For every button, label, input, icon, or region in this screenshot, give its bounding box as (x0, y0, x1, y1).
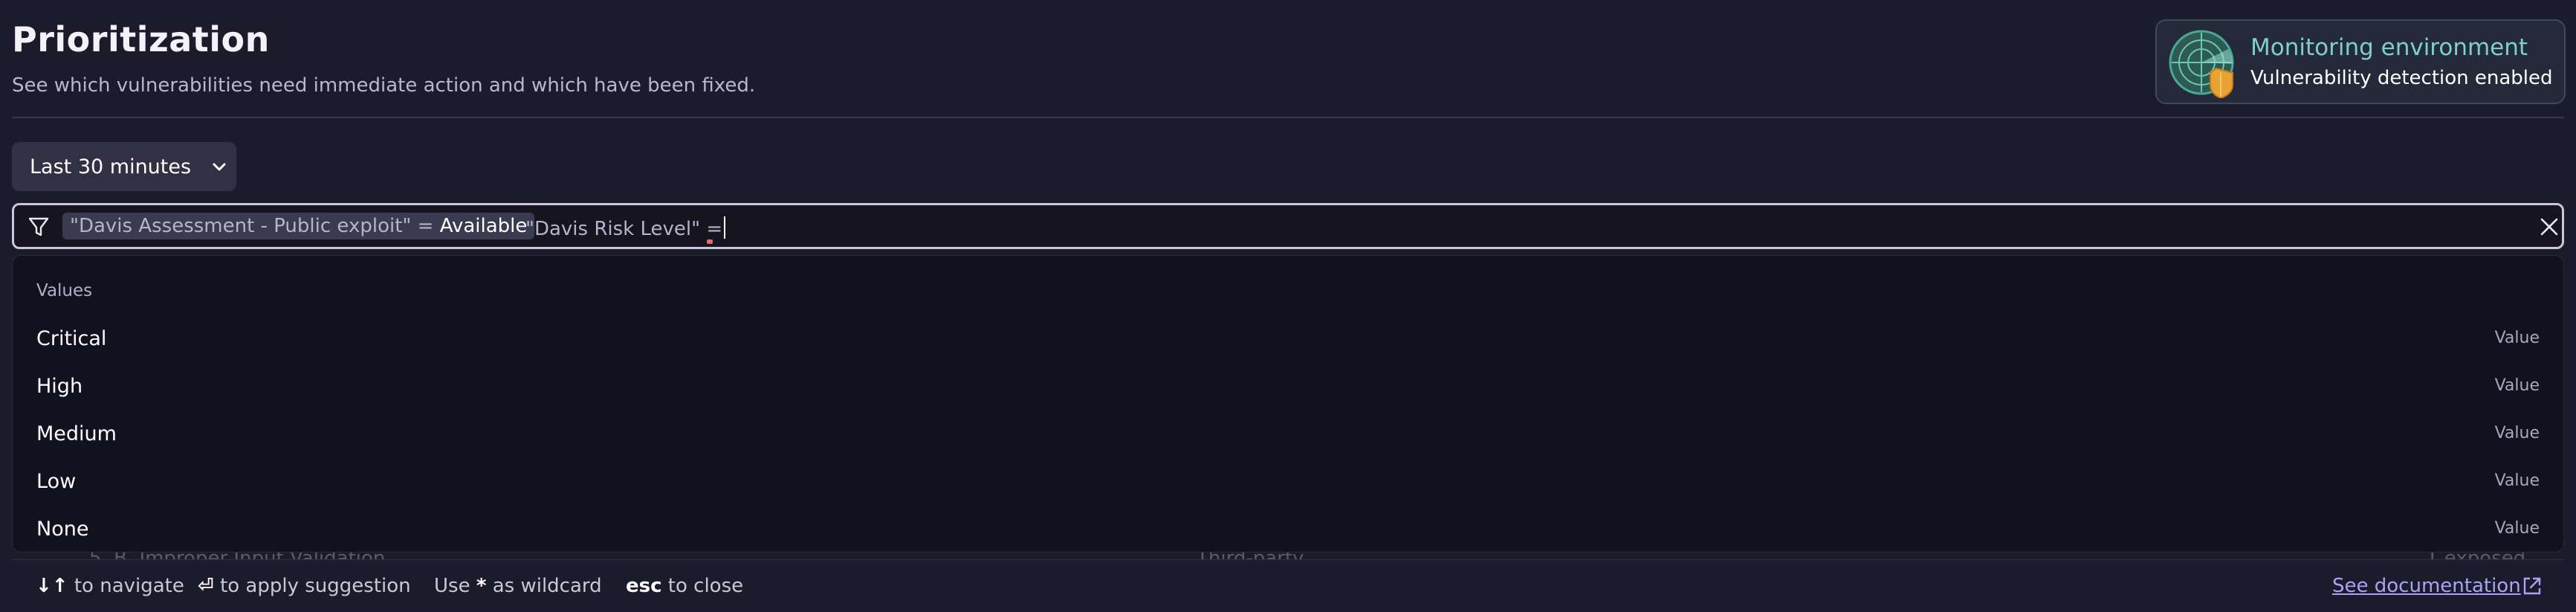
filter-input-text: "Davis Risk Level" = (525, 218, 723, 240)
option-label: None (36, 518, 89, 541)
page-title: Prioritization (12, 19, 270, 59)
filter-chip-value: Available (439, 215, 528, 237)
timeframe-label: Last 30 minutes (30, 155, 192, 178)
option-critical[interactable]: Critical Value (13, 317, 2563, 364)
option-label: Low (36, 470, 77, 493)
wildcard-key: * (476, 575, 487, 597)
option-tag: Value (2494, 519, 2540, 538)
monitoring-environment-card[interactable]: Monitoring environment Vulnerability det… (2155, 19, 2566, 104)
external-link-icon[interactable] (2521, 575, 2543, 597)
timeframe-selector[interactable]: Last 30 minutes (12, 142, 236, 191)
option-none[interactable]: None Value (13, 507, 2563, 555)
option-low[interactable]: Low Value (13, 460, 2563, 507)
option-tag: Value (2494, 424, 2540, 442)
monitoring-title: Monitoring environment (2250, 34, 2528, 61)
wildcard-pre: Use (434, 575, 470, 597)
wildcard-post: as wildcard (492, 575, 602, 597)
page-subtitle: See which vulnerabilities need immediate… (12, 74, 756, 97)
filter-input[interactable]: "Davis Risk Level" = (525, 216, 726, 240)
hint-navigate: ↓↑ to navigate (36, 575, 184, 597)
close-icon[interactable] (2538, 216, 2560, 238)
hint-close: esc to close (626, 575, 743, 597)
radar-shield-icon (2169, 30, 2234, 98)
navigate-keys: ↓↑ (36, 575, 68, 597)
see-documentation-link[interactable]: See documentation (2332, 575, 2521, 597)
navigate-text: to navigate (74, 575, 184, 597)
header-divider (12, 117, 2564, 118)
option-tag: Value (2494, 329, 2540, 347)
option-high[interactable]: High Value (13, 364, 2563, 412)
option-label: High (36, 375, 83, 398)
keyboard-hints-footer: ↓↑ to navigate ⏎ to apply suggestion Use… (12, 559, 2564, 612)
dropdown-header: Values (36, 281, 93, 300)
suggestion-dropdown: Values Critical Value High Value Medium … (12, 255, 2564, 553)
hint-wildcard: Use * as wildcard (434, 575, 602, 597)
chevron-down-icon (213, 163, 226, 171)
hint-apply: ⏎ to apply suggestion (198, 575, 411, 597)
filter-chip-operator: = (417, 215, 434, 237)
option-tag: Value (2494, 376, 2540, 395)
monitoring-status: Vulnerability detection enabled (2250, 67, 2553, 89)
filter-icon (28, 217, 49, 236)
filter-bar[interactable]: "Davis Assessment - Public exploit" = Av… (12, 203, 2564, 249)
caret-marker (707, 239, 713, 244)
filter-chip-key: "Davis Assessment - Public exploit" (70, 215, 412, 237)
apply-text: to apply suggestion (220, 575, 411, 597)
esc-key: esc (626, 575, 662, 597)
option-medium[interactable]: Medium Value (13, 412, 2563, 460)
enter-key-icon: ⏎ (198, 575, 214, 597)
option-label: Critical (36, 327, 107, 350)
option-label: Medium (36, 422, 117, 445)
close-text: to close (667, 575, 744, 597)
text-caret (724, 216, 726, 239)
filter-chip-public-exploit[interactable]: "Davis Assessment - Public exploit" = Av… (62, 213, 535, 239)
option-tag: Value (2494, 471, 2540, 490)
